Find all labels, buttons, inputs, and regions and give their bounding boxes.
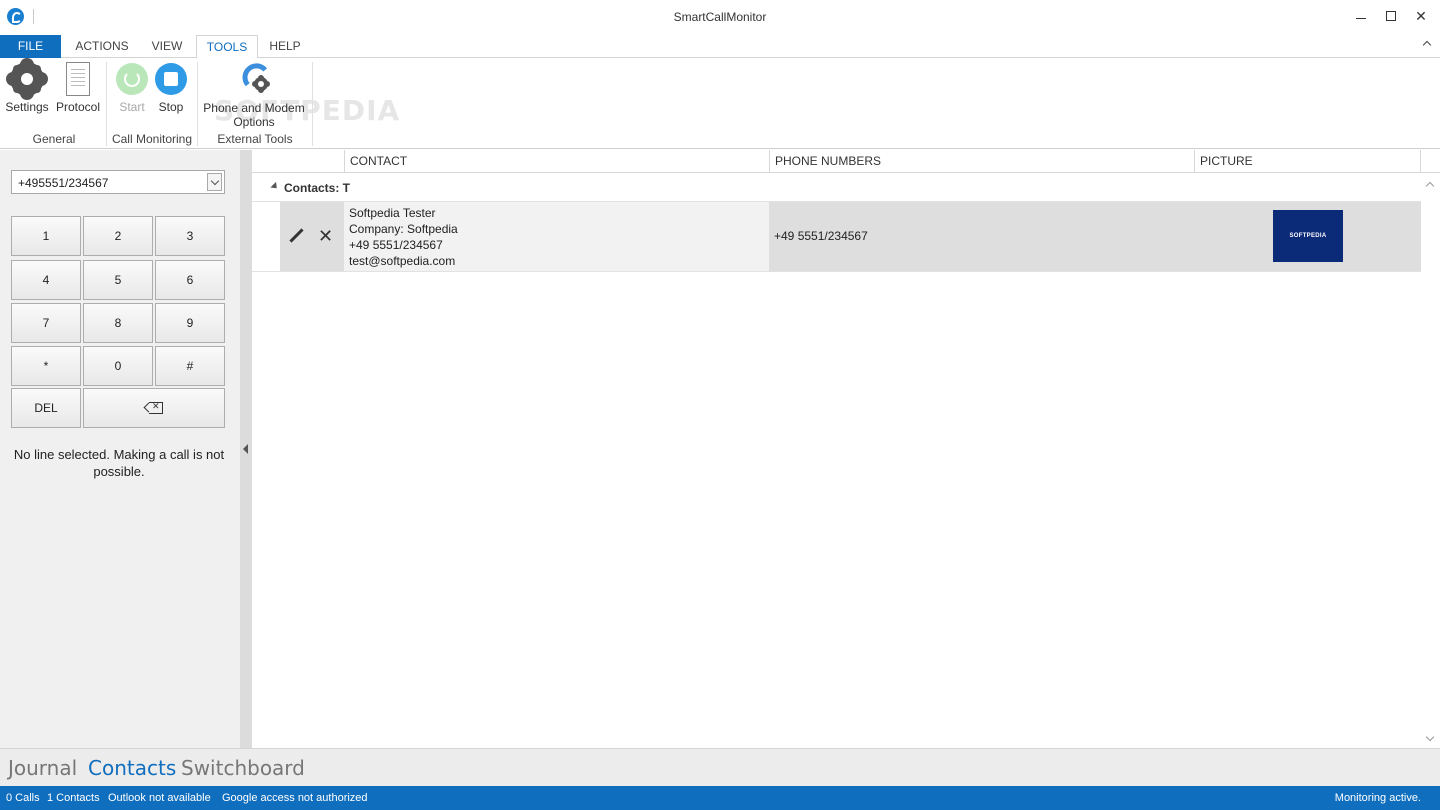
status-contacts: 1 Contacts bbox=[47, 792, 100, 804]
status-calls: 0 Calls bbox=[6, 792, 40, 804]
contact-company: Company: Softpedia bbox=[349, 222, 458, 236]
stop-icon bbox=[155, 63, 187, 95]
dial-key-4[interactable]: 4 bbox=[11, 260, 81, 300]
dial-key-5[interactable]: 5 bbox=[83, 260, 153, 300]
phone-modem-label-line2: Options bbox=[233, 115, 275, 129]
window-title: SmartCallMonitor bbox=[673, 10, 767, 24]
dialer-panel: +495551/234567 1 2 3 4 5 6 7 8 9 * 0 # D… bbox=[0, 150, 240, 748]
menu-tabs: FILE ACTIONS VIEW TOOLS HELP bbox=[0, 35, 1440, 59]
dial-key-6[interactable]: 6 bbox=[155, 260, 225, 300]
phone-number-value: +495551/234567 bbox=[18, 176, 109, 190]
phone-settings-icon bbox=[234, 57, 274, 97]
nav-tab-switchboard[interactable]: Switchboard bbox=[181, 756, 305, 780]
dial-key-hash[interactable]: # bbox=[155, 346, 225, 386]
scroll-down-icon[interactable] bbox=[1425, 732, 1435, 742]
start-icon bbox=[116, 63, 148, 95]
panel-splitter[interactable] bbox=[240, 150, 252, 748]
dialer-status-text: No line selected. Making a call is not p… bbox=[13, 447, 225, 479]
backspace-button[interactable] bbox=[83, 388, 225, 428]
backspace-icon bbox=[143, 401, 163, 414]
status-bar: 0 Calls 1 Contacts Outlook not available… bbox=[0, 786, 1440, 810]
del-button[interactable]: DEL bbox=[11, 388, 81, 428]
table-row[interactable]: ✕ Softpedia Tester Company: Softpedia +4… bbox=[252, 202, 1421, 272]
phone-modem-options-button[interactable]: Phone and Modem Options bbox=[200, 57, 308, 129]
row-actions: ✕ bbox=[280, 202, 344, 271]
cell-picture: SOFTPEDIA bbox=[1194, 202, 1421, 271]
document-icon bbox=[66, 62, 90, 96]
settings-label: Settings bbox=[5, 100, 49, 114]
tab-tools[interactable]: TOOLS bbox=[196, 35, 258, 59]
protocol-label: Protocol bbox=[55, 100, 101, 114]
small-gear-icon bbox=[254, 77, 268, 91]
minimize-icon bbox=[1356, 17, 1366, 19]
bottom-navigation: Journal Contacts Switchboard bbox=[0, 748, 1440, 786]
dial-key-7[interactable]: 7 bbox=[11, 303, 81, 343]
group-external-tools-label: External Tools bbox=[217, 132, 293, 146]
collapse-ribbon-icon[interactable] bbox=[1422, 38, 1434, 50]
tab-actions[interactable]: ACTIONS bbox=[68, 35, 136, 58]
vertical-scrollbar[interactable] bbox=[1421, 173, 1440, 748]
scroll-up-icon[interactable] bbox=[1425, 181, 1435, 191]
start-button[interactable]: Start bbox=[114, 58, 150, 114]
ribbon: SOFTPEDIA Settings Protocol General Star… bbox=[0, 57, 1440, 149]
dial-key-9[interactable]: 9 bbox=[155, 303, 225, 343]
cell-contact: Softpedia Tester Company: Softpedia +49 … bbox=[344, 202, 769, 271]
gear-icon bbox=[10, 62, 44, 96]
delete-x-icon[interactable]: ✕ bbox=[318, 227, 333, 245]
group-label: Contacts: T bbox=[284, 181, 350, 195]
edit-pencil-icon[interactable] bbox=[288, 228, 306, 246]
dial-key-8[interactable]: 8 bbox=[83, 303, 153, 343]
contact-picture: SOFTPEDIA bbox=[1273, 210, 1343, 262]
contact-email: test@softpedia.com bbox=[349, 254, 456, 268]
cell-phone-numbers: +49 5551/234567 bbox=[769, 202, 1194, 271]
close-icon: ✕ bbox=[1415, 7, 1427, 24]
status-outlook: Outlook not available bbox=[108, 792, 211, 804]
group-call-monitoring-label: Call Monitoring bbox=[111, 132, 193, 146]
ribbon-separator bbox=[197, 62, 198, 146]
expand-arrow-icon[interactable] bbox=[270, 181, 280, 192]
dial-key-0[interactable]: 0 bbox=[83, 346, 153, 386]
start-label: Start bbox=[119, 100, 145, 114]
protocol-button[interactable]: Protocol bbox=[54, 58, 102, 114]
chevron-down-icon[interactable] bbox=[207, 173, 222, 191]
stop-label: Stop bbox=[158, 100, 184, 114]
status-monitoring: Monitoring active. bbox=[1334, 792, 1421, 804]
group-general-label: General bbox=[32, 132, 76, 146]
tab-help[interactable]: HELP bbox=[262, 35, 308, 58]
contacts-grid: CONTACT PHONE NUMBERS PICTURE Contacts: … bbox=[252, 150, 1440, 748]
contact-phone: +49 5551/234567 bbox=[349, 238, 443, 252]
tab-view[interactable]: VIEW bbox=[143, 35, 191, 58]
group-row[interactable]: Contacts: T bbox=[252, 173, 1421, 202]
maximize-button[interactable] bbox=[1376, 4, 1406, 28]
dial-key-star[interactable]: * bbox=[11, 346, 81, 386]
collapse-left-icon[interactable] bbox=[243, 444, 248, 454]
column-header-phone-numbers[interactable]: PHONE NUMBERS bbox=[769, 150, 1194, 173]
column-header-picture[interactable]: PICTURE bbox=[1194, 150, 1421, 173]
phone-number-combobox[interactable]: +495551/234567 bbox=[11, 170, 225, 194]
status-google: Google access not authorized bbox=[222, 792, 368, 804]
dial-key-3[interactable]: 3 bbox=[155, 216, 225, 256]
minimize-button[interactable] bbox=[1346, 4, 1376, 28]
ribbon-separator bbox=[106, 62, 107, 146]
nav-tab-contacts[interactable]: Contacts bbox=[88, 756, 176, 780]
stop-button[interactable]: Stop bbox=[153, 58, 189, 114]
close-button[interactable]: ✕ bbox=[1406, 4, 1436, 28]
settings-button[interactable]: Settings bbox=[4, 58, 50, 114]
title-bar: SmartCallMonitor ✕ bbox=[0, 0, 1440, 35]
phone-modem-label-line1: Phone and Modem bbox=[203, 101, 305, 115]
grid-header: CONTACT PHONE NUMBERS PICTURE bbox=[252, 150, 1440, 173]
dial-key-1[interactable]: 1 bbox=[11, 216, 81, 256]
ribbon-separator bbox=[312, 62, 313, 146]
column-header-contact[interactable]: CONTACT bbox=[344, 150, 769, 173]
nav-tab-journal[interactable]: Journal bbox=[8, 756, 77, 780]
contact-name: Softpedia Tester bbox=[349, 206, 436, 220]
dial-key-2[interactable]: 2 bbox=[83, 216, 153, 256]
maximize-icon bbox=[1386, 11, 1396, 21]
tab-file[interactable]: FILE bbox=[0, 35, 61, 58]
